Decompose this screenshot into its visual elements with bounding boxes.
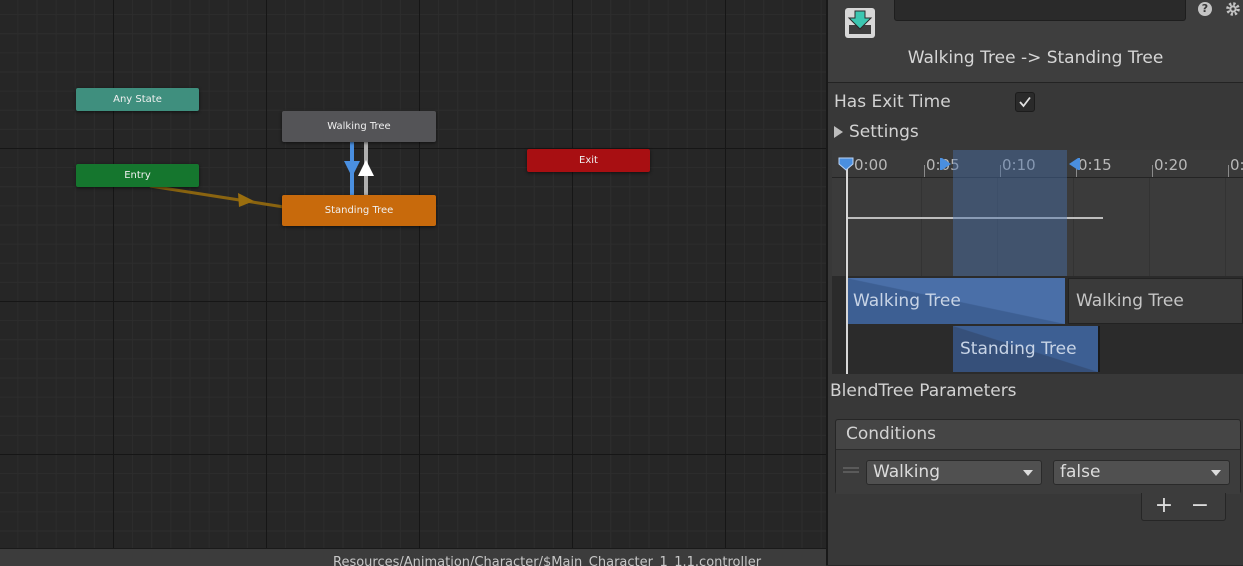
inspector-panel: ? Walking Tree -> Standing Tree Has Exit… [828, 0, 1243, 565]
node-exit-label: Exit [579, 155, 598, 166]
node-standing-tree-label: Standing Tree [324, 205, 394, 216]
gear-icon[interactable] [1225, 1, 1241, 17]
condition-parameter-dropdown[interactable]: Walking [866, 460, 1042, 485]
clip-source-walking-tree-2[interactable]: Walking Tree [1068, 278, 1243, 324]
chevron-down-icon [1023, 470, 1033, 476]
node-exit[interactable]: Exit [527, 149, 650, 172]
timeline-tracks: Walking Tree Walking Tree Standing Tree [832, 276, 1243, 374]
transition-arrows [149, 142, 374, 209]
timeline-markers [838, 157, 1080, 171]
clip-source-1-label: Walking Tree [853, 291, 961, 311]
clip-destination-standing-tree[interactable]: Standing Tree [953, 326, 1100, 372]
controller-path: Resources/Animation/Character/$Main_Char… [333, 555, 762, 566]
animator-graph[interactable]: Any State Entry Walking Tree Standing Tr… [0, 0, 826, 548]
timeline-playhead [846, 162, 848, 374]
has-exit-time-label: Has Exit Time [834, 92, 951, 112]
node-any-state[interactable]: Any State [76, 88, 199, 111]
node-entry[interactable]: Entry [76, 164, 199, 187]
settings-foldout-label[interactable]: Settings [849, 122, 919, 142]
node-standing-tree[interactable]: Standing Tree [282, 195, 436, 226]
drag-handle-icon[interactable] [843, 467, 859, 473]
conditions-header: Conditions [836, 420, 1240, 450]
has-exit-time-checkbox[interactable] [1015, 92, 1035, 112]
settings-foldout-arrow-icon[interactable] [834, 126, 843, 138]
clip-source-2-label: Walking Tree [1076, 291, 1184, 311]
clip-destination-label: Standing Tree [960, 339, 1077, 359]
remove-condition-button[interactable]: − [1186, 495, 1214, 517]
condition-parameter-value: Walking [873, 462, 940, 482]
conditions-list: Conditions Walking false [835, 419, 1241, 494]
node-any-state-label: Any State [113, 94, 162, 105]
transition-start-marker-icon[interactable] [942, 158, 951, 170]
node-entry-label: Entry [124, 170, 151, 181]
inspector-title: Walking Tree -> Standing Tree [907, 48, 1164, 68]
help-icon[interactable]: ? [1198, 2, 1212, 16]
node-walking-tree[interactable]: Walking Tree [282, 111, 436, 142]
conditions-header-label: Conditions [846, 424, 936, 444]
status-bar: Resources/Animation/Character/$Main_Char… [0, 548, 826, 566]
checkmark-icon [1019, 96, 1031, 108]
conditions-add-remove-footer: + − [1141, 493, 1226, 521]
playhead-marker-icon[interactable] [838, 157, 854, 171]
node-walking-tree-label: Walking Tree [327, 121, 391, 132]
transition-up-arrowhead [358, 160, 374, 176]
inspector-header: ? Walking Tree -> Standing Tree [828, 0, 1243, 83]
transition-import-icon [845, 8, 875, 38]
transition-down-arrowhead [344, 161, 360, 177]
entry-transition-arrowhead [238, 193, 254, 207]
condition-row[interactable]: Walking false [836, 450, 1240, 494]
transition-name-field[interactable] [894, 0, 1186, 21]
chevron-down-icon [1211, 470, 1221, 476]
condition-value: false [1060, 462, 1101, 482]
blendtree-parameters-label: BlendTree Parameters [830, 381, 1017, 401]
condition-value-dropdown[interactable]: false [1053, 460, 1230, 485]
clip-source-walking-tree-1[interactable]: Walking Tree [846, 278, 1065, 324]
add-condition-button[interactable]: + [1150, 495, 1178, 517]
transition-timeline[interactable]: 0:00 0:05 0:10 0:15 0:20 0:25 Walking Tr… [832, 150, 1243, 374]
transition-end-marker-icon[interactable] [1069, 158, 1078, 170]
entry-transition-line[interactable] [149, 184, 285, 209]
